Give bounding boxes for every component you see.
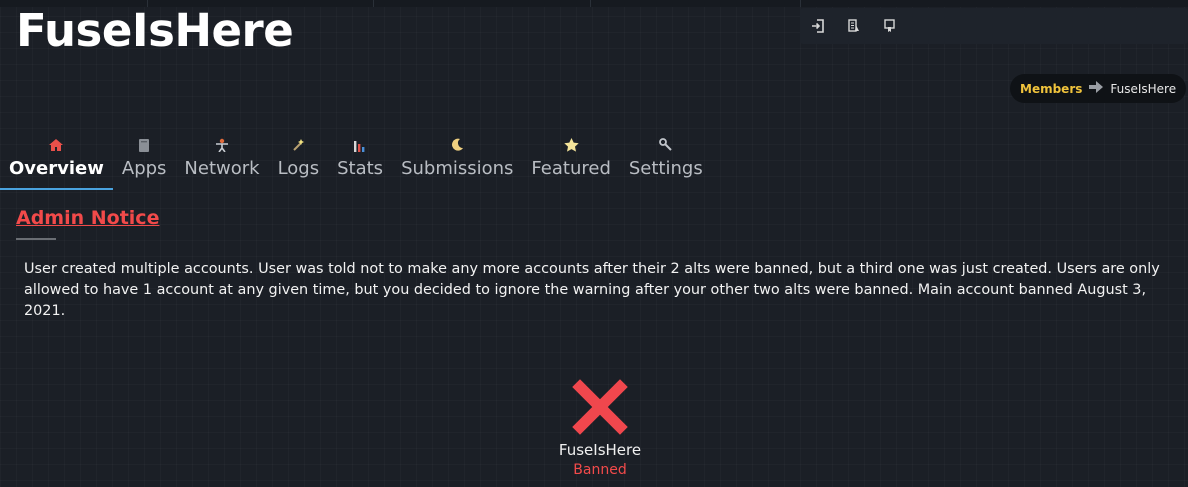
tab-apps[interactable]: Apps (113, 134, 176, 190)
wand-icon (291, 136, 305, 154)
tab-label: Featured (531, 158, 611, 179)
filter-icon[interactable] (882, 18, 898, 34)
divider (16, 238, 56, 240)
status-badge: Banned (573, 462, 627, 478)
star-icon (563, 136, 579, 154)
bar-chart-icon (353, 136, 367, 154)
tab-logs[interactable]: Logs (269, 134, 329, 190)
breadcrumb-members-link[interactable]: Members (1020, 82, 1082, 96)
tab-label: Network (184, 158, 260, 179)
member-name: FuseIsHere (558, 441, 642, 459)
tab-label: Apps (121, 158, 167, 179)
tab-featured[interactable]: Featured (522, 134, 619, 190)
tab-overview[interactable]: Overview (0, 134, 113, 190)
arrow-right-icon (1089, 81, 1104, 96)
tab-label: Stats (337, 158, 384, 179)
tab-network[interactable]: Network (175, 134, 268, 190)
breadcrumb-current: FuseIsHere (1110, 81, 1177, 96)
page-title: FuseIsHere (16, 4, 294, 57)
tab-label: Submissions (401, 158, 514, 179)
report-icon[interactable] (846, 18, 862, 34)
wrench-icon (658, 136, 673, 154)
admin-notice-body: User created multiple accounts. User was… (24, 261, 1160, 319)
profile-tabs: Overview Apps Network Logs Stats Submiss… (0, 134, 712, 190)
tab-label: Logs (277, 158, 320, 179)
action-bar (800, 8, 1188, 44)
person-icon (215, 136, 229, 154)
moon-icon (450, 136, 464, 154)
breadcrumb: Members FuseIsHere (1010, 74, 1187, 103)
tab-settings[interactable]: Settings (620, 134, 712, 190)
book-icon (138, 136, 150, 154)
home-icon (49, 136, 64, 154)
admin-notice-title: Admin Notice (16, 207, 160, 229)
tab-submissions[interactable]: Submissions (392, 134, 522, 190)
tab-stats[interactable]: Stats (328, 134, 392, 190)
sign-in-icon[interactable] (810, 18, 826, 34)
tab-label: Settings (628, 158, 703, 179)
tab-label: Overview (9, 158, 104, 179)
cross-icon (572, 379, 628, 435)
